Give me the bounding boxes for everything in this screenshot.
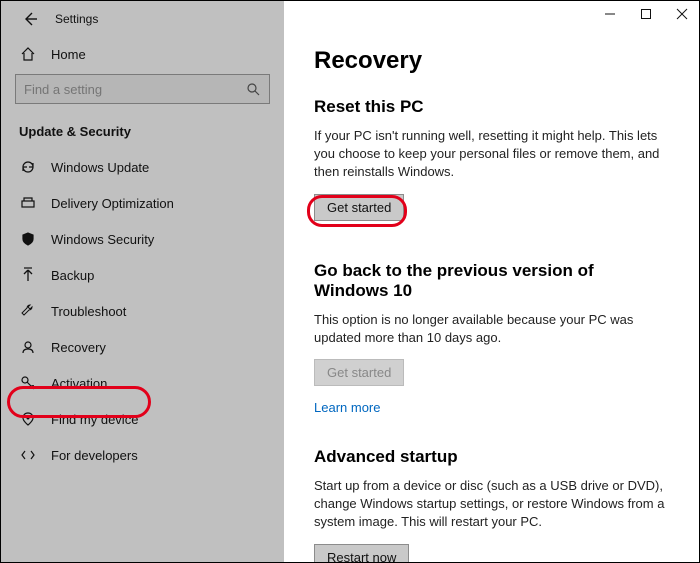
- sidebar-item-windows-update[interactable]: Windows Update: [1, 149, 284, 185]
- sync-icon: [19, 159, 37, 175]
- sidebar-item-label: Find my device: [51, 412, 138, 427]
- sidebar-item-label: Backup: [51, 268, 94, 283]
- location-icon: [19, 411, 37, 427]
- delivery-icon: [19, 195, 37, 211]
- search-icon: [246, 82, 260, 96]
- maximize-button[interactable]: [639, 7, 653, 21]
- sidebar-item-label: Windows Update: [51, 160, 149, 175]
- sidebar-item-label: Troubleshoot: [51, 304, 126, 319]
- sidebar-item-label: Delivery Optimization: [51, 196, 174, 211]
- advanced-heading: Advanced startup: [314, 447, 671, 467]
- sidebar-item-label: Activation: [51, 376, 107, 391]
- backup-icon: [19, 267, 37, 283]
- sidebar-item-label: Recovery: [51, 340, 106, 355]
- reset-body: If your PC isn't running well, resetting…: [314, 127, 671, 182]
- minimize-button[interactable]: [603, 7, 617, 21]
- sidebar-section-header: Update & Security: [1, 112, 284, 149]
- page-title: Recovery: [314, 47, 671, 75]
- goback-body: This option is no longer available becau…: [314, 311, 671, 347]
- back-button[interactable]: [21, 10, 39, 28]
- window-title: Settings: [55, 12, 98, 26]
- learn-more-link[interactable]: Learn more: [314, 400, 380, 415]
- close-button[interactable]: [675, 7, 689, 21]
- sidebar-item-windows-security[interactable]: Windows Security: [1, 221, 284, 257]
- sidebar-item-label: For developers: [51, 448, 138, 463]
- home-icon: [19, 46, 37, 62]
- wrench-icon: [19, 303, 37, 319]
- reset-get-started-button[interactable]: Get started: [314, 194, 404, 221]
- sidebar-item-backup[interactable]: Backup: [1, 257, 284, 293]
- sidebar-item-for-developers[interactable]: For developers: [1, 437, 284, 473]
- content-pane: Recovery Reset this PC If your PC isn't …: [284, 1, 699, 562]
- recovery-icon: [19, 339, 37, 355]
- sidebar: Settings Home Update & Security Windows …: [1, 1, 284, 562]
- activation-icon: [19, 375, 37, 391]
- search-input[interactable]: [15, 74, 270, 104]
- home-label: Home: [51, 47, 86, 62]
- advanced-body: Start up from a device or disc (such as …: [314, 477, 671, 532]
- goback-heading: Go back to the previous version of Windo…: [314, 261, 671, 301]
- goback-get-started-button: Get started: [314, 359, 404, 386]
- shield-icon: [19, 231, 37, 247]
- sidebar-item-home[interactable]: Home: [1, 36, 284, 70]
- sidebar-item-find-my-device[interactable]: Find my device: [1, 401, 284, 437]
- sidebar-item-recovery[interactable]: Recovery: [1, 329, 284, 365]
- section-reset-this-pc: Reset this PC If your PC isn't running w…: [314, 97, 671, 221]
- sidebar-item-activation[interactable]: Activation: [1, 365, 284, 401]
- section-go-back: Go back to the previous version of Windo…: [314, 261, 671, 417]
- sidebar-item-label: Windows Security: [51, 232, 154, 247]
- code-icon: [19, 447, 37, 463]
- sidebar-item-delivery-optimization[interactable]: Delivery Optimization: [1, 185, 284, 221]
- restart-now-button[interactable]: Restart now: [314, 544, 409, 563]
- reset-heading: Reset this PC: [314, 97, 671, 117]
- section-advanced-startup: Advanced startup Start up from a device …: [314, 447, 671, 562]
- sidebar-item-troubleshoot[interactable]: Troubleshoot: [1, 293, 284, 329]
